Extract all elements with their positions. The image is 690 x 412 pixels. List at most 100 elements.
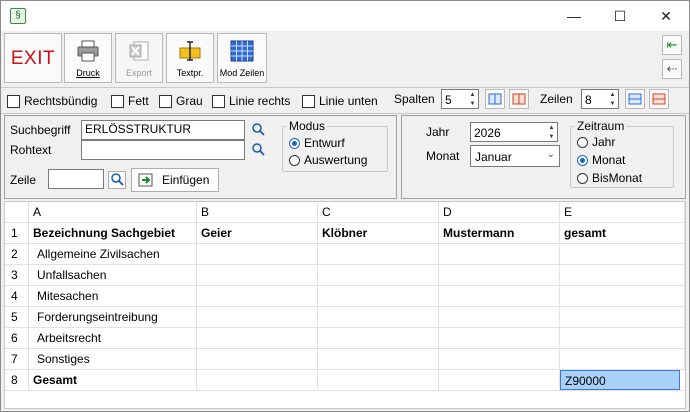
- grid-cell[interactable]: [439, 370, 560, 390]
- grid-cell[interactable]: [439, 265, 560, 285]
- column-header-b[interactable]: B: [197, 202, 318, 222]
- textpr-label: Textpr.: [176, 68, 204, 78]
- grid-cell[interactable]: [318, 244, 439, 264]
- search-icon[interactable]: [250, 122, 266, 138]
- modus-title: Modus: [287, 119, 328, 133]
- app-icon: §: [10, 8, 26, 24]
- maximize-button[interactable]: ☐: [597, 1, 643, 31]
- print-button[interactable]: Druck: [64, 33, 112, 83]
- spalten-spinner[interactable]: 5 ▲ ▼: [441, 89, 479, 109]
- column-header-c[interactable]: C: [318, 202, 439, 222]
- jahr-spinner[interactable]: 2026 ▲ ▼: [470, 122, 558, 142]
- zeitraum-monat-radio[interactable]: Monat: [577, 153, 625, 167]
- row-number: 4: [5, 286, 29, 306]
- grid-cell[interactable]: Unfallsachen: [29, 265, 197, 285]
- grid-cell[interactable]: Forderungseintreibung: [29, 307, 197, 327]
- zeile-input[interactable]: [48, 169, 104, 189]
- exit-label: EXIT: [10, 48, 56, 69]
- remove-row-icon[interactable]: [649, 89, 669, 109]
- zeilen-spinner[interactable]: 8 ▲ ▼: [581, 89, 619, 109]
- column-header-e[interactable]: E: [560, 202, 685, 222]
- grid-cell[interactable]: [197, 349, 318, 369]
- spinner-arrows[interactable]: ▲ ▼: [546, 123, 557, 141]
- exit-button[interactable]: EXIT: [4, 33, 62, 83]
- grid-cell[interactable]: [560, 244, 685, 264]
- column-header-d[interactable]: D: [439, 202, 560, 222]
- grid-cell[interactable]: Mustermann: [439, 223, 560, 243]
- table-row: 2 Allgemeine Zivilsachen: [5, 244, 685, 265]
- grid-cell[interactable]: Gesamt: [29, 370, 197, 390]
- linie-rechts-checkbox[interactable]: Linie rechts: [212, 94, 290, 108]
- grid-cell[interactable]: [197, 328, 318, 348]
- close-button[interactable]: ✕: [643, 1, 689, 31]
- grid-cell[interactable]: [439, 307, 560, 327]
- grid-cell[interactable]: [439, 286, 560, 306]
- grid-cell[interactable]: Klöbner: [318, 223, 439, 243]
- grid-cell[interactable]: Arbeitsrecht: [29, 328, 197, 348]
- period-panel: Jahr 2026 ▲ ▼ Monat Januar ⌄ Zeitraum Jah…: [401, 115, 686, 199]
- grid-cell[interactable]: [560, 328, 685, 348]
- grid-cell[interactable]: [197, 286, 318, 306]
- grid-cell[interactable]: [439, 328, 560, 348]
- grid-cell[interactable]: [197, 370, 318, 390]
- grid-cell[interactable]: Mitesachen: [29, 286, 197, 306]
- einfuegen-button[interactable]: Einfügen: [131, 168, 219, 192]
- nav-first-button[interactable]: ⇤: [662, 35, 682, 55]
- checkbox-box: [7, 94, 20, 108]
- table-row: 7 Sonstiges: [5, 349, 685, 370]
- search-icon[interactable]: [250, 142, 266, 158]
- grid-cell[interactable]: [197, 265, 318, 285]
- grid-cell[interactable]: [318, 307, 439, 327]
- grid-cell[interactable]: [318, 349, 439, 369]
- mod-zeilen-button[interactable]: Mod Zeilen: [217, 33, 267, 83]
- grid-cell[interactable]: [560, 307, 685, 327]
- grid-cell[interactable]: [318, 370, 439, 390]
- linie-unten-checkbox[interactable]: Linie unten: [302, 94, 378, 108]
- export-button[interactable]: Export: [115, 33, 163, 83]
- grid-cell[interactable]: [439, 244, 560, 264]
- monat-select[interactable]: Januar ⌄: [470, 145, 560, 167]
- modus-auswertung-radio[interactable]: Auswertung: [289, 153, 367, 167]
- zeitraum-bismonat-radio[interactable]: BisMonat: [577, 171, 642, 185]
- fett-checkbox[interactable]: Fett: [111, 94, 149, 108]
- rechtsbuendig-checkbox[interactable]: Rechtsbündig: [7, 94, 97, 108]
- grid-cell[interactable]: [318, 328, 439, 348]
- textpr-button[interactable]: Textpr.: [166, 33, 214, 83]
- remove-column-icon[interactable]: [509, 89, 529, 109]
- grid-cell[interactable]: [318, 265, 439, 285]
- add-row-icon[interactable]: [625, 89, 645, 109]
- spinner-arrows[interactable]: ▲ ▼: [607, 90, 618, 108]
- checkbox-box: [159, 94, 172, 108]
- print-label: Druck: [76, 68, 100, 78]
- fett-label: Fett: [128, 94, 149, 108]
- spinner-arrows[interactable]: ▲ ▼: [467, 90, 478, 108]
- grid-cell[interactable]: [197, 244, 318, 264]
- search-panel: Suchbegriff ERLÖSSTRUKTUR Rohtext Zeile …: [4, 115, 397, 199]
- grid-cell[interactable]: gesamt: [560, 223, 685, 243]
- rohtext-input[interactable]: [81, 140, 245, 160]
- grid-cell[interactable]: [560, 349, 685, 369]
- grid-cell[interactable]: [560, 286, 685, 306]
- column-header-a[interactable]: A: [29, 202, 197, 222]
- grid-cell[interactable]: [318, 286, 439, 306]
- grid-cell[interactable]: [560, 265, 685, 285]
- grid-cell[interactable]: Sonstiges: [29, 349, 197, 369]
- modus-entwurf-radio[interactable]: Entwurf: [289, 136, 345, 150]
- grid-cell[interactable]: [439, 349, 560, 369]
- grid-cell[interactable]: Allgemeine Zivilsachen: [29, 244, 197, 264]
- zeile-search-icon[interactable]: [108, 171, 126, 189]
- radio-circle: [577, 154, 588, 166]
- grid-cell[interactable]: Bezeichnung Sachgebiet: [29, 223, 197, 243]
- main-window: § — ☐ ✕ EXIT Druck Export Textpr. Mod Ze…: [0, 0, 690, 412]
- minimize-button[interactable]: —: [551, 1, 597, 31]
- grid-cell[interactable]: [197, 307, 318, 327]
- spreadsheet-grid[interactable]: A B C D E 1 Bezeichnung Sachgebiet Geier…: [4, 201, 686, 409]
- suchbegriff-input[interactable]: ERLÖSSTRUKTUR: [81, 120, 245, 140]
- add-column-icon[interactable]: [485, 89, 505, 109]
- nav-prev-button[interactable]: ⇠: [662, 59, 682, 79]
- grau-checkbox[interactable]: Grau: [159, 94, 203, 108]
- zeitraum-jahr-radio[interactable]: Jahr: [577, 135, 615, 149]
- selected-cell[interactable]: Z90000: [560, 370, 680, 390]
- rechtsbuendig-label: Rechtsbündig: [24, 94, 98, 108]
- grid-cell[interactable]: Geier: [197, 223, 318, 243]
